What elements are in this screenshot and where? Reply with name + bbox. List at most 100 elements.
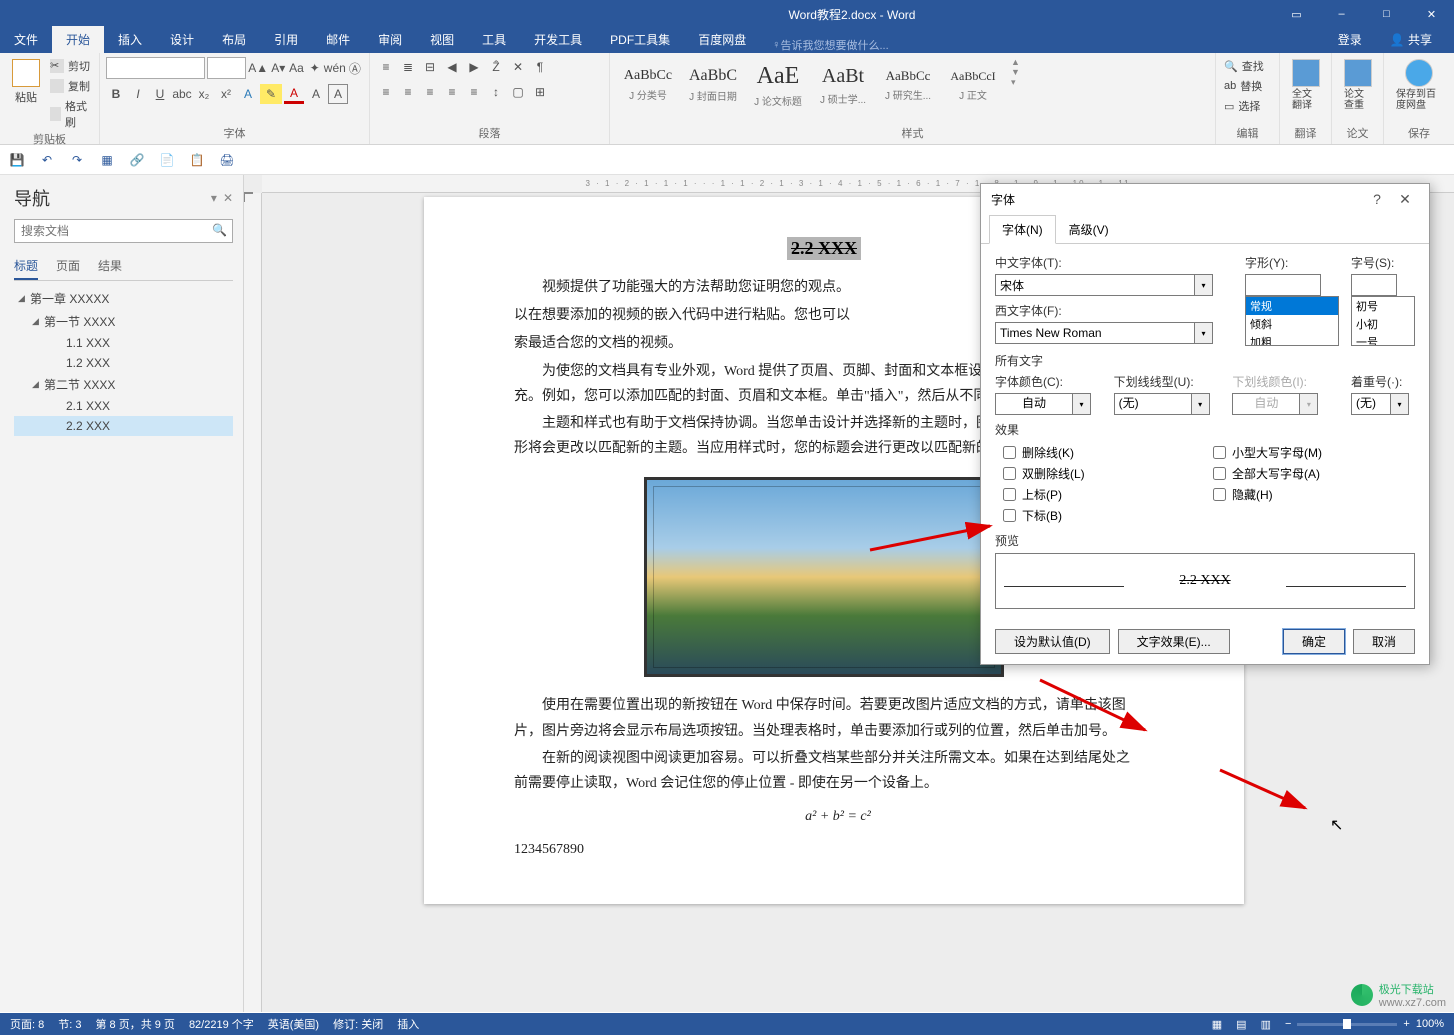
cn-font-combo[interactable] [995,274,1195,296]
signin-button[interactable]: 登录 [1324,26,1376,53]
close-button[interactable]: ✕ [1409,0,1454,28]
dialog-help-button[interactable]: ? [1363,191,1391,207]
chk-smallcaps[interactable]: 小型大写字母(M) [1205,442,1415,463]
nav-close-button[interactable]: ✕ [223,191,233,205]
save-baidu-button[interactable]: 保存到百度网盘 [1390,57,1448,113]
set-default-button[interactable]: 设为默认值(D) [995,629,1110,654]
tell-me-input[interactable]: ♀ 告诉我您想要做什么... [772,37,888,53]
emphasis-combo[interactable]: (无) [1351,393,1391,415]
doc-image[interactable] [644,477,1004,677]
enclose-button[interactable]: Ⓐ [347,58,363,78]
style-item-3[interactable]: AaBtJ 硕士学... [811,57,875,113]
bold-button[interactable]: B [106,84,126,104]
tab-review[interactable]: 审阅 [364,26,416,53]
search-input[interactable] [14,219,233,243]
nav-tab-results[interactable]: 结果 [98,253,122,280]
view-web-button[interactable]: ▥ [1261,1018,1271,1031]
bullets-button[interactable]: ≡ [376,57,396,77]
style-item-5[interactable]: AaBbCcIJ 正文 [941,57,1005,113]
tab-mailings[interactable]: 邮件 [312,26,364,53]
status-words[interactable]: 82/2219 个字 [189,1016,254,1032]
shrink-font-button[interactable]: A▾ [270,58,286,78]
text-effects-dlg-button[interactable]: 文字效果(E)... [1118,629,1230,654]
cancel-button[interactable]: 取消 [1353,629,1415,654]
char-shading-button[interactable]: A [306,84,326,104]
nav-item-5[interactable]: 2.1 XXX [14,396,233,416]
replace-button[interactable]: ab 替换 [1222,77,1266,95]
underline-combo[interactable]: (无) [1114,393,1192,415]
ribbon-opts-icon[interactable]: ▭ [1274,0,1319,28]
tab-layout[interactable]: 布局 [208,26,260,53]
chk-dblstrike[interactable]: 双删除线(L) [995,463,1205,484]
search-icon[interactable]: 🔍 [212,223,227,237]
status-ins[interactable]: 插入 [397,1016,419,1032]
paste-button[interactable]: 粘贴 [6,57,46,107]
status-lang[interactable]: 英语(美国) [268,1016,319,1032]
doc-heading[interactable]: 2.2 XXX [787,237,861,260]
borders-button[interactable]: ⊞ [530,82,550,102]
thesis-check-button[interactable]: 论文查重 [1338,57,1378,113]
grow-font-button[interactable]: A▲ [248,58,268,78]
font-color-combo[interactable]: 自动 [995,393,1073,415]
doc-p1c-sel[interactable]: 索最适合您的文档的视频。 [514,334,682,350]
font-name-combo[interactable] [106,57,205,79]
tab-baidu[interactable]: 百度网盘 [684,26,760,53]
style-item-italic[interactable]: 倾斜 [1246,315,1338,333]
indent-inc-button[interactable]: ▶ [464,57,484,77]
char-border-button[interactable]: A [328,84,348,104]
nav-item-1[interactable]: ◢第一节 XXXX [14,310,233,333]
size-item-1[interactable]: 小初 [1352,315,1414,333]
dialog-tab-advanced[interactable]: 高级(V) [1056,215,1122,244]
chk-subscript[interactable]: 下标(B) [995,505,1205,526]
sort-button[interactable]: Ẑ [486,57,506,77]
style-expand[interactable]: ▾ [1011,77,1020,88]
view-print-button[interactable]: ▤ [1236,1018,1246,1031]
dialog-tab-font[interactable]: 字体(N) [989,215,1056,244]
size-input[interactable] [1351,274,1397,296]
font-color-dd[interactable]: ▾ [1073,393,1091,415]
save-button[interactable]: 💾 [8,151,26,169]
font-color-button[interactable]: A [284,84,304,104]
translate-button[interactable]: 全文翻译 [1286,57,1326,113]
highlight-button[interactable]: ✎ [260,84,282,104]
phonetic-button[interactable]: wén [325,58,345,78]
style-item-regular[interactable]: 常规 [1246,297,1338,315]
numbering-button[interactable]: ≣ [398,57,418,77]
status-pages[interactable]: 第 8 页，共 9 页 [95,1016,174,1032]
align-right-button[interactable]: ≡ [420,82,440,102]
dialog-close-button[interactable]: ✕ [1391,191,1419,208]
ruler-vertical[interactable] [244,193,262,1012]
doc-p1b-sel[interactable]: 以在想要添加的视频的嵌入代码中进行粘贴。您也可以 [514,306,850,322]
tab-developer[interactable]: 开发工具 [520,26,596,53]
style-gallery[interactable]: AaBbCcJ 分类号AaBbCJ 封面日期AaEJ 论文标题AaBtJ 硕士学… [616,57,1005,113]
align-center-button[interactable]: ≡ [398,82,418,102]
style-item-0[interactable]: AaBbCcJ 分类号 [616,57,680,113]
size-item-0[interactable]: 初号 [1352,297,1414,315]
change-case-button[interactable]: Aa [288,58,304,78]
nav-item-4[interactable]: ◢第二节 XXXX [14,373,233,396]
tab-tools[interactable]: 工具 [468,26,520,53]
style-listbox[interactable]: 常规 倾斜 加粗 [1245,296,1339,346]
chk-allcaps[interactable]: 全部大写字母(A) [1205,463,1415,484]
tab-pdf[interactable]: PDF工具集 [596,26,684,53]
indent-dec-button[interactable]: ◀ [442,57,462,77]
find-button[interactable]: 🔍 查找 [1222,57,1266,75]
emphasis-dd[interactable]: ▾ [1391,393,1409,415]
superscript-button[interactable]: x² [216,84,236,104]
zoom-slider[interactable] [1297,1023,1397,1026]
maximize-button[interactable]: □ [1364,0,1409,28]
undo-button[interactable]: ↶ [38,151,56,169]
qat-btn-7[interactable]: 📋 [188,151,206,169]
tab-view[interactable]: 视图 [416,26,468,53]
ok-button[interactable]: 确定 [1283,629,1345,654]
style-item-1[interactable]: AaBbCJ 封面日期 [681,57,745,113]
select-button[interactable]: ▭ 选择 [1222,97,1266,115]
view-read-button[interactable]: ▦ [1212,1018,1222,1031]
doc-p1-sel[interactable]: 视频提供了功能强大的方法帮助您证明您的观点。 [542,278,850,294]
status-track[interactable]: 修订: 关闭 [333,1016,383,1032]
size-item-2[interactable]: 一号 [1352,333,1414,346]
qat-btn-4[interactable]: ▦ [98,151,116,169]
tab-insert[interactable]: 插入 [104,26,156,53]
nav-tab-headings[interactable]: 标题 [14,253,38,280]
tab-file[interactable]: 文件 [0,26,52,53]
